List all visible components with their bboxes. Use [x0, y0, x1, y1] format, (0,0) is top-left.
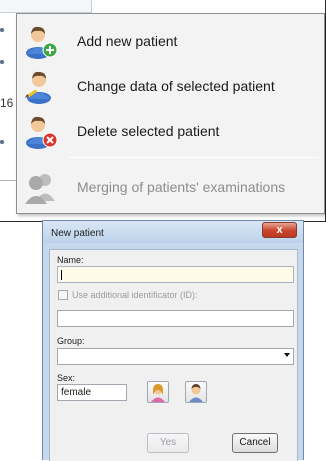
sex-value: female — [61, 387, 92, 398]
new-patient-dialog: New patient x Name: Use additional ident… — [42, 220, 304, 461]
dialog-body: Name: Use additional identificator (ID):… — [49, 249, 298, 461]
close-button[interactable]: x — [262, 222, 297, 238]
edit-patient-icon — [23, 68, 59, 104]
male-icon — [189, 384, 203, 402]
menu-item-edit-patient[interactable]: Change data of selected patient — [21, 66, 321, 106]
menu-item-label: Change data of selected patient — [77, 78, 275, 94]
name-label: Name: — [57, 255, 84, 265]
cancel-button[interactable]: Cancel — [232, 433, 278, 453]
id-input[interactable] — [57, 310, 294, 327]
sex-label: Sex: — [57, 373, 76, 383]
delete-patient-icon — [23, 113, 59, 149]
sex-field[interactable]: female — [57, 384, 127, 401]
background-text: 16 — [0, 96, 14, 110]
group-select[interactable] — [57, 348, 294, 365]
group-label: Group: — [57, 336, 85, 346]
female-icon — [151, 384, 165, 402]
menu-item-label: Merging of patients' examinations — [77, 179, 286, 195]
background-bullet — [0, 140, 4, 144]
id-checkbox-label: Use additional identificator (ID): — [72, 290, 198, 300]
menu-item-add-patient[interactable]: Add new patient — [21, 21, 321, 61]
name-input[interactable] — [57, 266, 294, 283]
menu-item-delete-patient[interactable]: Delete selected patient — [21, 111, 321, 151]
context-menu: Add new patient Change data of selected … — [16, 13, 325, 214]
female-button[interactable] — [147, 381, 169, 403]
menu-separator — [69, 157, 319, 158]
menu-item-label: Delete selected patient — [77, 123, 220, 139]
dialog-title: New patient — [51, 228, 104, 239]
background-divider — [0, 180, 16, 181]
chevron-down-icon[interactable] — [284, 353, 290, 357]
add-patient-icon — [23, 23, 59, 59]
menu-item-merge-patients[interactable]: Merging of patients' examinations — [21, 167, 321, 207]
merge-patients-icon — [23, 169, 59, 205]
context-menu-screenshot: 16 Add new patient Change data of select… — [0, 0, 326, 222]
background-bullet — [0, 60, 4, 64]
close-icon: x — [276, 224, 283, 236]
dialog-titlebar[interactable]: New patient x — [43, 221, 303, 243]
background-tab — [0, 0, 92, 13]
menu-item-label: Add new patient — [77, 33, 178, 49]
text-caret — [61, 270, 62, 280]
background-bullet — [0, 28, 4, 32]
id-checkbox[interactable] — [58, 290, 68, 300]
yes-button[interactable]: Yes — [147, 433, 189, 453]
male-button[interactable] — [185, 381, 207, 403]
